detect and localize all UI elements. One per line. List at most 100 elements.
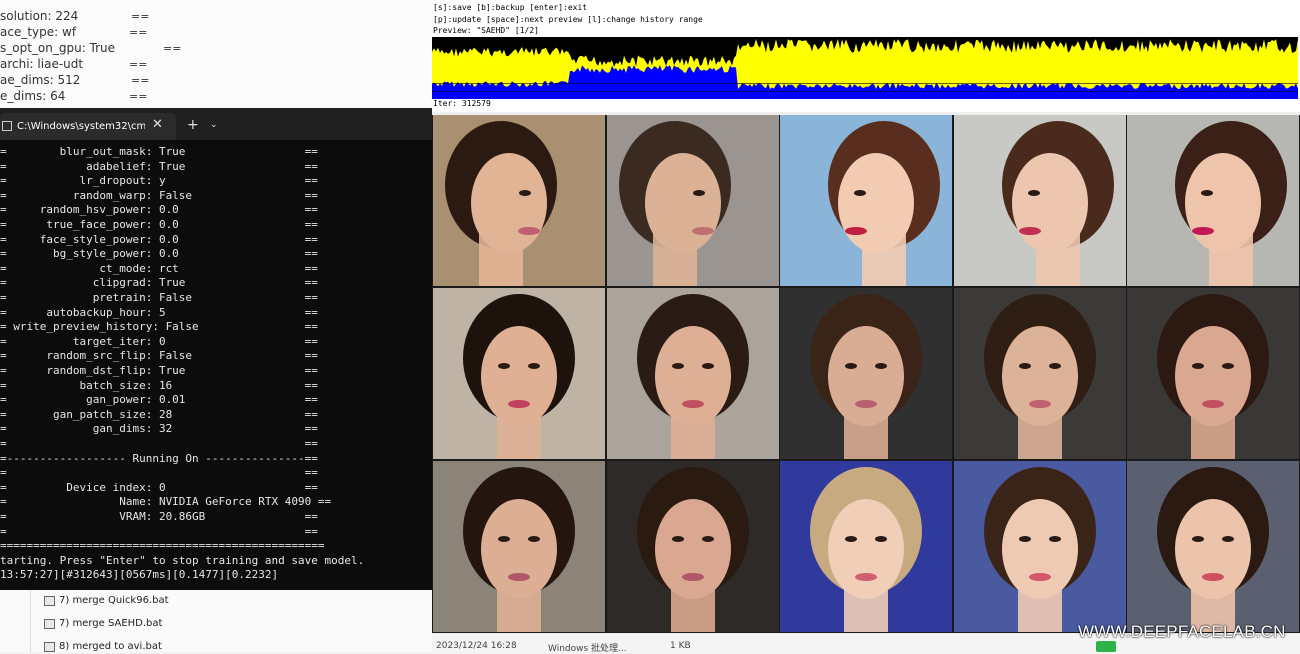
chevron-down-icon[interactable]: ⌄ [210, 120, 218, 130]
background-setting-line: archi: liae-udt [0, 57, 84, 71]
face-image [953, 461, 1126, 632]
preview-face-tile [953, 115, 1126, 286]
face-eye [1018, 536, 1031, 542]
face-image [606, 115, 779, 286]
console-line: = random_hsv_power: 0.0 == [0, 203, 318, 217]
console-line: = autobackup_hour: 5 == [0, 305, 318, 319]
file-list-item[interactable]: 8) merged to avi.bat [44, 641, 162, 652]
preview-face-tile [606, 288, 779, 459]
face-eye [854, 190, 866, 196]
console-line: = == [0, 466, 318, 480]
face-eye [701, 363, 714, 369]
iteration-label: Iter: 312579 [433, 99, 491, 108]
face-eye [1048, 536, 1061, 542]
face-mouth [508, 400, 530, 408]
face-skin [481, 499, 557, 599]
console-line: = gan_dims: 32 == [0, 422, 318, 436]
face-mouth [855, 573, 877, 581]
background-settings-panel: solution: 224 == ace_type: wf == s_opt_on_gp… [0, 0, 433, 108]
face-skin [1175, 499, 1251, 599]
face-eye [671, 536, 684, 542]
face-mouth [1018, 227, 1041, 235]
background-setting-line: e_dims: 64 [0, 89, 66, 103]
file-list-item[interactable]: 7) merge Quick96.bat [44, 595, 169, 606]
cmd-window[interactable]: C:\Windows\system32\cmd.e ✕ + ⌄ = blur_o… [0, 108, 432, 590]
face-image [606, 461, 779, 632]
console-line: = pretrain: False == [0, 291, 318, 304]
cmd-titlebar[interactable]: C:\Windows\system32\cmd.e ✕ + ⌄ [0, 108, 432, 140]
preview-face-tile [780, 288, 952, 459]
face-skin [1185, 153, 1261, 253]
face-mouth [518, 227, 540, 235]
face-eye [1222, 536, 1234, 542]
console-line: = == [0, 437, 318, 450]
face-image [953, 115, 1126, 286]
watermark-logo-icon [1096, 641, 1116, 652]
face-eye [845, 536, 857, 542]
console-line: = blur_out_mask: True == [0, 145, 318, 158]
face-eye [875, 536, 887, 542]
face-image [606, 288, 779, 459]
preview-face-tile [780, 115, 952, 286]
preview-face-tile [606, 461, 779, 632]
file-list-item[interactable]: 7) merge SAEHD.bat [44, 618, 162, 629]
preview-face-tile [433, 461, 605, 632]
new-tab-button[interactable]: + [187, 117, 199, 133]
background-setting-eq: == [163, 42, 182, 55]
face-eye [1201, 190, 1213, 196]
file-name: 7) merge Quick96.bat [59, 595, 169, 606]
face-eye [528, 536, 540, 542]
face-mouth [508, 573, 530, 581]
background-setting-line: s_opt_on_gpu: True [0, 41, 116, 55]
face-mouth [681, 573, 704, 581]
face-mouth [681, 400, 704, 408]
preview-face-tile [953, 461, 1126, 632]
face-mouth [1028, 573, 1051, 581]
console-line: tarting. Press "Enter" to stop training … [0, 553, 365, 567]
background-setting-line: ace_type: wf [0, 25, 77, 39]
face-mouth [855, 400, 877, 408]
face-eye [1027, 190, 1040, 196]
face-skin [828, 499, 904, 599]
preview-face-tile [1127, 115, 1299, 286]
face-eye [498, 363, 510, 369]
preview-face-tile [606, 115, 779, 286]
face-eye [528, 363, 540, 369]
graph-gridline [432, 91, 1298, 92]
face-eye [1018, 363, 1031, 369]
console-line: = bg_style_power: 0.0 == [0, 247, 318, 261]
console-line: = target_iter: 0 == [0, 334, 318, 348]
console-line: 13:57:27][#312643][0567ms][0.1477][0.223… [0, 568, 279, 582]
preview-window[interactable]: [s]:save [b]:backup [enter]:exit [p]:upd… [432, 0, 1300, 654]
face-eye [701, 536, 714, 542]
cmd-output[interactable]: = blur_out_mask: True == = adabelief: Tru… [0, 145, 432, 585]
face-mouth [1202, 573, 1224, 581]
background-setting-eq: == [129, 90, 148, 103]
face-skin [828, 326, 904, 426]
preview-label: Preview: "SAEHD" [1/2] [433, 26, 539, 35]
preview-face-tile [1127, 461, 1299, 632]
console-line: = VRAM: 20.86GB == [0, 510, 318, 523]
background-setting-eq: == [129, 26, 148, 39]
console-line: ========================================… [0, 539, 325, 553]
close-icon[interactable]: ✕ [152, 117, 163, 132]
console-line: = face_style_power: 0.0 == [0, 232, 318, 246]
cmd-tab[interactable]: C:\Windows\system32\cmd.e ✕ [0, 113, 176, 140]
face-eye [498, 536, 510, 542]
face-image [953, 288, 1126, 459]
console-line: = ct_mode: rct == [0, 261, 318, 275]
face-eye [1048, 363, 1061, 369]
watermark: WWW.DEEPFACELAB.CN [1078, 622, 1286, 641]
face-image [433, 115, 605, 286]
background-setting-eq: == [131, 10, 150, 23]
file-name: 8) merged to avi.bat [59, 641, 162, 652]
preview-face-grid [432, 115, 1300, 633]
background-setting-line: ae_dims: 512 [0, 73, 81, 87]
face-image [433, 461, 605, 632]
explorer-divider [30, 590, 31, 652]
file-date: 2023/12/24 16:28 [436, 641, 517, 651]
face-skin [838, 153, 914, 253]
console-line: =------------------ Running On ---------… [0, 451, 318, 465]
face-skin [654, 499, 731, 599]
face-skin [481, 326, 557, 426]
